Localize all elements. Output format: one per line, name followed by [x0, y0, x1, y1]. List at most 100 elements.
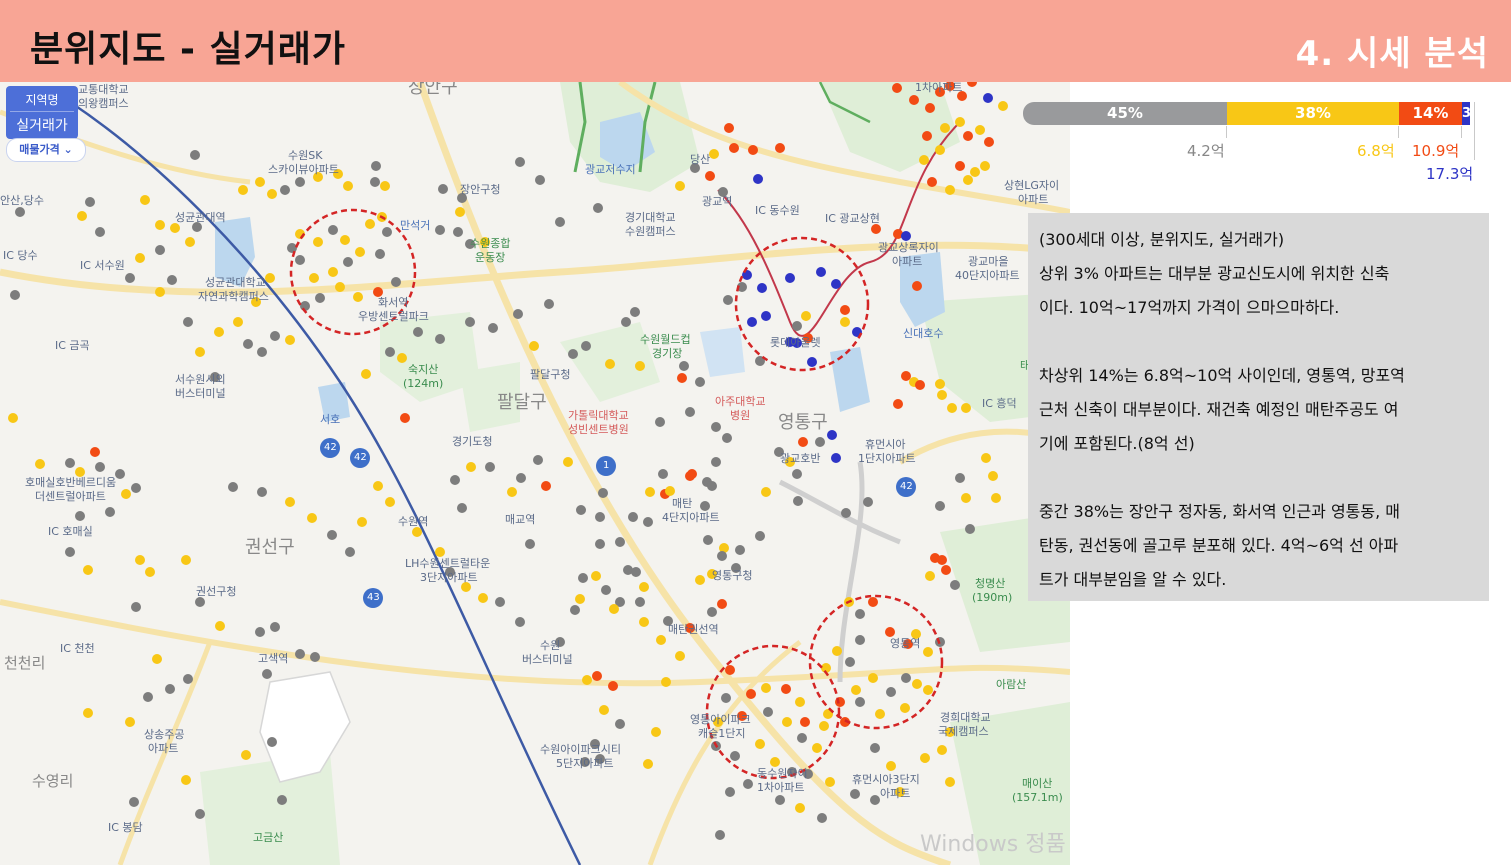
price-dot	[95, 462, 105, 472]
price-dot	[609, 604, 619, 614]
price-dot	[152, 654, 162, 664]
price-dot	[105, 507, 115, 517]
price-dot	[621, 317, 631, 327]
price-dot	[983, 93, 993, 103]
price-dot	[241, 750, 251, 760]
price-dot	[998, 101, 1008, 111]
price-dot	[65, 458, 75, 468]
price-dot	[695, 377, 705, 387]
price-dot	[831, 453, 841, 463]
price-dot	[145, 567, 155, 577]
price-dot	[793, 496, 803, 506]
price-dot	[988, 471, 998, 481]
price-dot	[937, 745, 947, 755]
label-suwon-station: 수원역	[398, 515, 429, 528]
price-dot	[851, 685, 861, 695]
label-catholic-1: 가톨릭대학교	[568, 409, 629, 422]
price-dot	[761, 311, 771, 321]
real-price-toggle[interactable]: 실거래가	[10, 111, 74, 139]
price-dot	[255, 627, 265, 637]
label-hwaseo-2: 우방센트럴파크	[358, 310, 429, 323]
price-dot	[639, 617, 649, 627]
price-dot	[763, 707, 773, 717]
label-dongsuwon-apt-1: 동수원자이	[757, 767, 808, 780]
price-dot	[945, 777, 955, 787]
price-dot	[947, 403, 957, 413]
slide-header: 분위지도 - 실거래가 4. 시세 분석	[0, 0, 1511, 82]
analysis-panel: (300세대 이상, 분위지도, 실거래가) 상위 3% 아파트는 대부분 광교…	[1028, 213, 1489, 601]
label-maetan-1: 매탄	[672, 497, 693, 510]
price-dot	[845, 657, 855, 667]
price-dot	[900, 703, 910, 713]
price-dot	[630, 307, 640, 317]
label-ajou-2: 병원	[730, 409, 751, 422]
price-dot	[400, 413, 410, 423]
price-dot	[685, 471, 695, 481]
route-42b-label: 42	[354, 452, 367, 463]
segment-blue: 3	[1462, 102, 1470, 125]
price-dot	[343, 257, 353, 267]
price-dot	[243, 339, 253, 349]
price-dot	[353, 292, 363, 302]
label-suwon-ipark-1: 수원아이파크시티	[540, 743, 621, 756]
price-dot	[183, 674, 193, 684]
label-sangsu-2: 아파트	[148, 742, 179, 755]
label-transport-univ: 교통대학교	[78, 83, 129, 96]
price-dot	[267, 737, 277, 747]
price-dot	[465, 317, 475, 327]
price-dot	[453, 227, 463, 237]
map-canvas[interactable]: 42 42 43 1 42 장안구 팔달구 영통구 권선구 수영리 천천리 교통…	[0, 82, 1070, 865]
region-name-toggle[interactable]: 지역명	[6, 86, 78, 108]
price-dot	[375, 249, 385, 259]
price-dot	[643, 517, 653, 527]
label-gwanggyo-maeul-2: 40단지아파트	[955, 269, 1020, 282]
listing-price-toggle[interactable]: 매물가격 ⌄	[6, 138, 86, 162]
price-dot	[677, 373, 687, 383]
price-dot	[816, 267, 826, 277]
water-lake-2	[700, 327, 745, 377]
price-dot	[868, 597, 878, 607]
price-dot	[840, 317, 850, 327]
price-dot	[927, 177, 937, 187]
price-dot	[385, 347, 395, 357]
price-dot	[661, 677, 671, 687]
price-dot	[795, 803, 805, 813]
price-dot	[651, 727, 661, 737]
price-dot	[970, 167, 980, 177]
label-heungdeok: IC 흥덕	[982, 397, 1017, 410]
price-dot	[656, 635, 666, 645]
price-dot	[10, 290, 20, 300]
price-dot	[901, 673, 911, 683]
price-dot	[909, 95, 919, 105]
price-dot	[568, 349, 578, 359]
label-maeisan-2: (157.1m)	[1012, 791, 1063, 804]
price-dot	[457, 503, 467, 513]
label-suwon-worldcup-2: 경기장	[652, 347, 683, 360]
label-paldal-office: 팔달구청	[530, 368, 571, 381]
label-gwanggyo-station: 광교역	[702, 195, 733, 208]
price-dot	[535, 175, 545, 185]
analysis-line-6: 기에 포함된다.(8억 선)	[1039, 434, 1195, 453]
map-layer-selector[interactable]: 지역명 실거래가	[6, 86, 78, 139]
price-dot	[435, 225, 445, 235]
label-transport-univ-2: 의왕캠퍼스	[78, 97, 129, 110]
price-dot	[355, 247, 365, 257]
price-dot	[380, 181, 390, 191]
price-dot	[940, 123, 950, 133]
price-dot	[195, 347, 205, 357]
price-dot	[485, 462, 495, 472]
price-dot	[679, 361, 689, 371]
price-dot	[658, 469, 668, 479]
price-dot	[807, 357, 817, 367]
price-dot	[757, 283, 767, 293]
label-gwanggyo-ic: IC 광교상현	[825, 212, 880, 225]
district-gwonseon: 권선구	[245, 537, 295, 558]
label-dongsuwon-ic: IC 동수원	[755, 204, 800, 217]
label-hotel-2: 더센트럴아파트	[35, 490, 106, 503]
price-dot	[382, 227, 392, 237]
price-dot	[233, 317, 243, 327]
price-dot	[722, 433, 732, 443]
price-dot	[935, 145, 945, 155]
price-dot	[599, 705, 609, 715]
price-dot	[397, 353, 407, 363]
